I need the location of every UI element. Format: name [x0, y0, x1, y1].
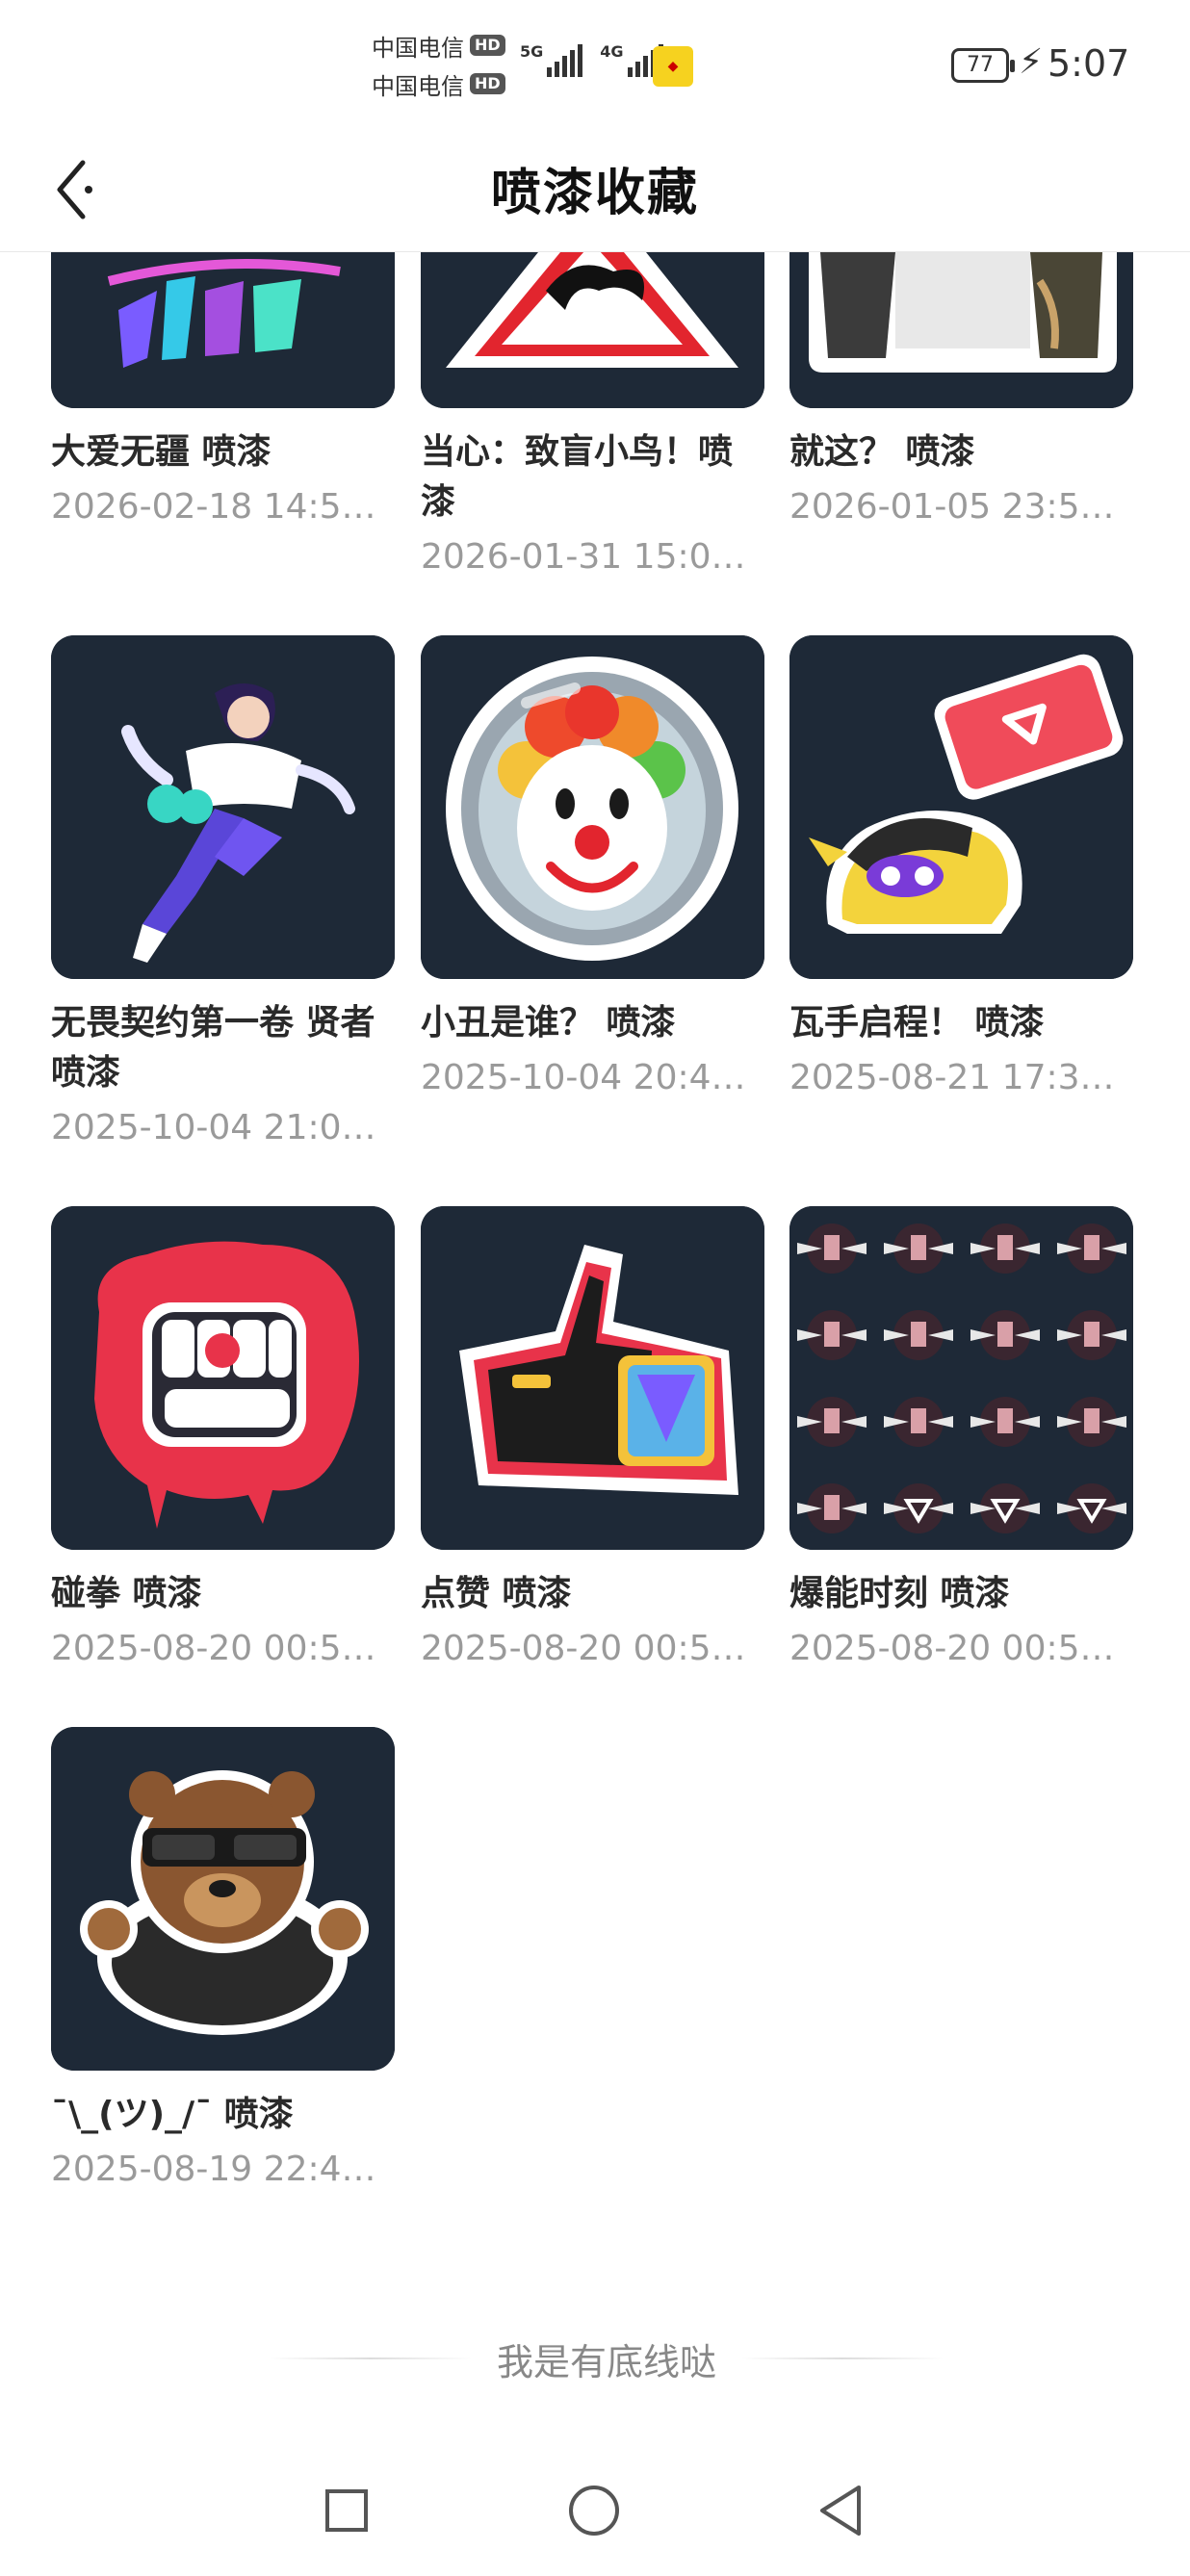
divider: [270, 2357, 472, 2359]
carrier-name: 中国电信: [372, 72, 464, 100]
clown-face-image: [421, 635, 764, 979]
meme-character-image: [789, 252, 1133, 408]
hd-badge: HD: [470, 35, 505, 56]
divider: [741, 2357, 944, 2359]
spray-date: 2025-10-04 21:03...: [51, 1108, 395, 1147]
network-type-label: 4G: [600, 42, 624, 61]
signal-5g: 5G: [520, 42, 583, 77]
spray-thumbnail[interactable]: [421, 252, 764, 408]
circle-icon: [569, 2486, 619, 2536]
hate-graffiti-image: [51, 252, 395, 408]
spray-thumbnail[interactable]: [421, 635, 764, 979]
network-type-label: 5G: [520, 42, 544, 61]
battery-level: 77: [967, 53, 994, 77]
spray-grid[interactable]: 大爱无疆 喷漆 2026-02-18 14:57... 当心：致盲小鸟！喷漆 2…: [0, 252, 1190, 2428]
spray-card[interactable]: 瓦手启程！ 喷漆 2025-08-21 17:37...: [789, 635, 1133, 1102]
spray-thumbnail[interactable]: [421, 1206, 764, 1550]
spray-card[interactable]: 当心：致盲小鸟！喷漆 2026-01-31 15:09...: [421, 252, 764, 581]
system-navigation-bar: [0, 2445, 1190, 2576]
triangle-back-icon: [820, 2486, 861, 2536]
spray-card[interactable]: 爆能时刻 喷漆 2025-08-20 00:56...: [789, 1206, 1133, 1673]
spray-card[interactable]: 点赞 喷漆 2025-08-20 00:56...: [421, 1206, 764, 1673]
hd-badge: HD: [470, 73, 505, 94]
spray-name: 无畏契约第一卷 贤者 喷漆: [51, 1003, 375, 1093]
spray-date: 2025-08-20 00:56...: [51, 1629, 395, 1668]
battery-icon: 77: [951, 48, 1015, 83]
spray-date: 2025-08-19 22:47...: [51, 2150, 395, 2189]
spray-thumbnail[interactable]: [789, 1206, 1133, 1550]
spray-card[interactable]: 就这？ 喷漆 2026-01-05 23:58...: [789, 252, 1133, 531]
clock: 5:07: [1048, 42, 1130, 85]
spray-name: 当心：致盲小鸟！喷漆: [421, 432, 734, 522]
app-header: 喷漆收藏: [0, 125, 1190, 252]
spray-card[interactable]: ¯\_(ツ)_/¯ 喷漆 2025-08-19 22:47...: [51, 1727, 395, 2194]
page-title: 喷漆收藏: [490, 165, 699, 222]
charging-icon: ⚡: [1019, 42, 1044, 82]
end-of-list-indicator: 我是有底线哒: [270, 2330, 944, 2387]
sage-agent-image: [51, 635, 395, 979]
bear-shrug-image: [51, 1727, 395, 2071]
spray-date: 2025-08-20 00:56...: [789, 1629, 1133, 1668]
signal-indicators: 5G 4G: [520, 44, 663, 77]
spray-name: 碰拳 喷漆: [51, 1574, 202, 1613]
spray-date: 2025-10-04 20:42...: [421, 1058, 764, 1097]
signal-bars-icon: [547, 44, 583, 77]
spray-date: 2025-08-21 17:37...: [789, 1058, 1133, 1097]
spray-thumbnail[interactable]: [789, 252, 1133, 408]
spray-card[interactable]: 大爱无疆 喷漆 2026-02-18 14:57...: [51, 252, 395, 531]
spray-date: 2026-02-18 14:57...: [51, 487, 395, 527]
warning-sign-bird-image: [421, 252, 764, 408]
spray-date: 2026-01-31 15:09...: [421, 537, 764, 577]
home-button[interactable]: [565, 2482, 623, 2539]
spray-thumbnail[interactable]: [51, 1206, 395, 1550]
spray-thumbnail[interactable]: [51, 635, 395, 979]
back-nav-button[interactable]: [813, 2482, 870, 2539]
fist-bump-image: [51, 1206, 395, 1550]
spray-card[interactable]: 碰拳 喷漆 2025-08-20 00:56...: [51, 1206, 395, 1673]
spray-thumbnail[interactable]: [789, 635, 1133, 979]
spray-thumbnail[interactable]: [51, 1727, 395, 2071]
spray-thumbnail[interactable]: [51, 252, 395, 408]
emblem-pattern-image: [789, 1206, 1133, 1550]
recent-apps-button[interactable]: [318, 2482, 375, 2539]
spray-name: 大爱无疆 喷漆: [51, 432, 272, 472]
spray-name: 小丑是谁？ 喷漆: [421, 1003, 676, 1043]
bird-with-phone-image: [789, 635, 1133, 979]
thumbs-up-image: [421, 1206, 764, 1550]
spray-card[interactable]: 无畏契约第一卷 贤者 喷漆 2025-10-04 21:03...: [51, 635, 395, 1152]
status-bar: 中国电信 HD 中国电信 HD 5G 4G ◆ 77 ⚡ 5:07: [0, 0, 1190, 125]
square-icon: [325, 2489, 368, 2532]
end-of-list-text: 我是有底线哒: [497, 2340, 717, 2383]
spray-date: 2025-08-20 00:56...: [421, 1629, 764, 1668]
spray-name: 就这？ 喷漆: [789, 432, 975, 472]
spray-name: 瓦手启程！ 喷漆: [789, 1003, 1045, 1043]
carrier-name: 中国电信: [372, 34, 464, 62]
carrier-info: 中国电信 HD 中国电信 HD: [372, 31, 505, 100]
app-notification-icon: ◆: [653, 46, 693, 87]
spray-name: ¯\_(ツ)_/¯ 喷漆: [51, 2095, 294, 2134]
spray-date: 2026-01-05 23:58...: [789, 487, 1133, 527]
spray-name: 爆能时刻 喷漆: [789, 1574, 1010, 1613]
spray-name: 点赞 喷漆: [421, 1574, 572, 1613]
spray-card[interactable]: 小丑是谁？ 喷漆 2025-10-04 20:42...: [421, 635, 764, 1102]
